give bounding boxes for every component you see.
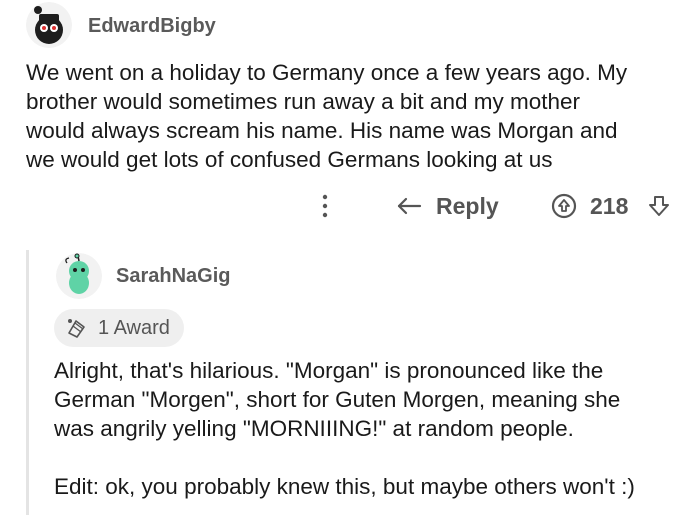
comment-body-line: We went on a holiday to Germany once a f…	[26, 60, 628, 85]
award-label: 1 Award	[98, 316, 170, 339]
more-options-button[interactable]	[318, 192, 332, 220]
comment-body-line: brother would sometimes run away a bit a…	[26, 89, 580, 114]
reply-username[interactable]: SarahNaGig	[116, 265, 230, 288]
downvote-button[interactable]	[648, 193, 670, 219]
comment-body: We went on a holiday to Germany once a f…	[26, 58, 686, 174]
downvote-icon	[649, 196, 669, 216]
upvote-icon	[551, 193, 577, 219]
reply-body-line: German "Morgen", short for Guten Morgen,…	[54, 387, 621, 412]
reply-button[interactable]: Reply	[396, 193, 499, 220]
award-icon	[68, 319, 85, 338]
comment-body-line: we would get lots of confused Germans lo…	[26, 147, 553, 172]
avatar-edwardbigby[interactable]	[26, 2, 72, 48]
reply-body-line: was angrily yelling "MORNIIING!" at rand…	[54, 416, 574, 441]
upvote-button[interactable]	[551, 193, 577, 219]
reply-arrow-icon	[397, 197, 422, 214]
vote-count: 218	[590, 193, 629, 219]
reply-body: Alright, that's hilarious. "Morgan" is p…	[54, 356, 694, 443]
comment-username[interactable]: EdwardBigby	[88, 15, 216, 38]
comment-body-line: would always scream his name. His name w…	[26, 118, 618, 143]
thread-line[interactable]	[26, 250, 29, 515]
reply-edit-line: Edit: ok, you probably knew this, but ma…	[54, 474, 635, 499]
reply-body-line: Alright, that's hilarious. "Morgan" is p…	[54, 358, 604, 383]
more-dots-icon	[322, 194, 328, 218]
reply-label: Reply	[436, 193, 499, 219]
avatar-sarahnagig[interactable]	[56, 253, 102, 299]
award-badge[interactable]: 1 Award	[54, 309, 184, 347]
